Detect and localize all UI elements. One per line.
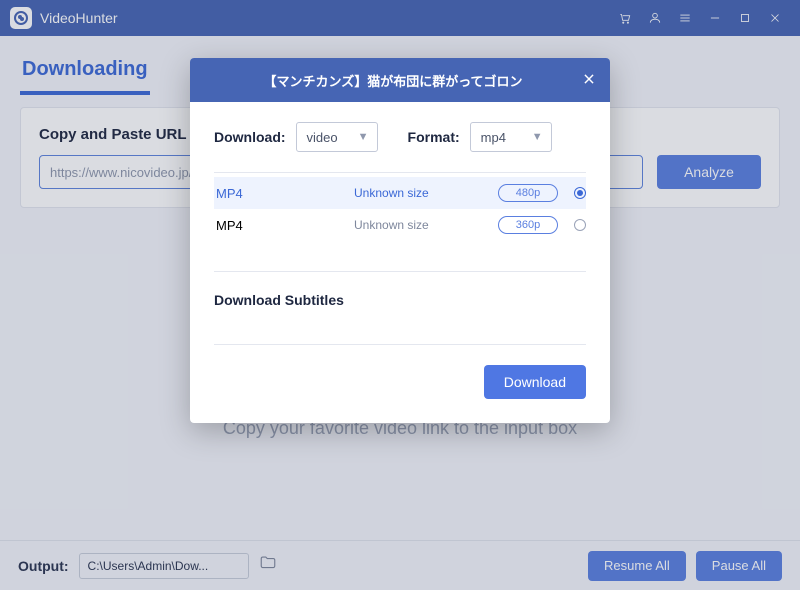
dialog-close-icon[interactable] (582, 70, 596, 91)
quality-option-row[interactable]: MP4Unknown size360p (214, 209, 586, 241)
subtitles-section-label: Download Subtitles (214, 271, 586, 308)
quality-options-list: MP4Unknown size480pMP4Unknown size360p (214, 177, 586, 241)
download-type-label: Download: (214, 129, 286, 145)
option-size: Unknown size (354, 186, 498, 200)
download-type-select[interactable]: video ▼ (296, 122, 378, 152)
dialog-title: 【マンチカンズ】猫が布団に群がってゴロン (204, 71, 582, 90)
option-size: Unknown size (354, 218, 498, 232)
caret-down-icon: ▼ (532, 131, 543, 143)
format-label: Format: (408, 129, 460, 145)
download-dialog: 【マンチカンズ】猫が布団に群がってゴロン Download: video ▼ F… (190, 58, 610, 423)
option-radio[interactable] (574, 187, 586, 199)
option-quality-badge: 360p (498, 216, 558, 234)
format-value: mp4 (481, 130, 506, 145)
select-row: Download: video ▼ Format: mp4 ▼ (214, 122, 586, 173)
option-quality-badge: 480p (498, 184, 558, 202)
format-select[interactable]: mp4 ▼ (470, 122, 552, 152)
download-type-value: video (307, 130, 338, 145)
option-radio[interactable] (574, 219, 586, 231)
modal-overlay: 【マンチカンズ】猫が布団に群がってゴロン Download: video ▼ F… (0, 0, 800, 590)
quality-option-row[interactable]: MP4Unknown size480p (214, 177, 586, 209)
download-button[interactable]: Download (484, 365, 586, 399)
caret-down-icon: ▼ (358, 131, 369, 143)
option-format: MP4 (214, 186, 354, 201)
option-format: MP4 (214, 218, 354, 233)
dialog-header: 【マンチカンズ】猫が布団に群がってゴロン (190, 58, 610, 102)
